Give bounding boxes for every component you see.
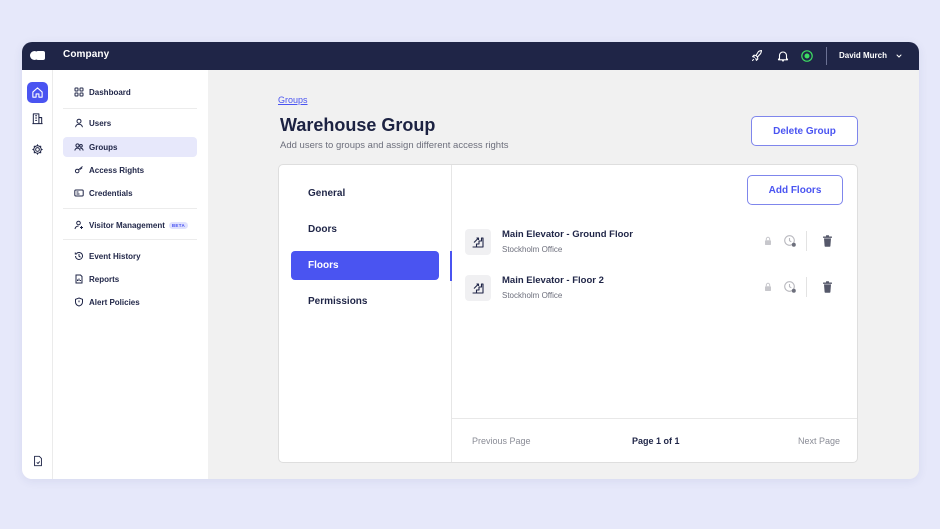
sidebar-item-alert-policies[interactable]: Alert Policies (63, 292, 197, 312)
sidebar-item-label: Alert Policies (89, 297, 140, 307)
previous-page-button[interactable]: Previous Page (472, 436, 531, 446)
rail-buildings-button[interactable] (27, 108, 48, 129)
sidebar-divider (63, 208, 197, 209)
app-window: Company David Murch Dashboard Users Grou… (22, 42, 919, 479)
page-indicator: Page 1 of 1 (632, 436, 680, 446)
trash-icon[interactable] (820, 234, 834, 248)
tab-permissions[interactable]: Permissions (291, 287, 439, 316)
sidebar-item-label: Visitor Management (89, 220, 165, 230)
card-icon (74, 189, 84, 197)
list-item[interactable]: Main Elevator - Floor 2 Stockholm Office (465, 273, 845, 307)
list-item[interactable]: Main Elevator - Ground Floor Stockholm O… (465, 227, 845, 261)
floor-stairs-icon (465, 275, 491, 301)
tab-doors[interactable]: Doors (291, 215, 439, 244)
sidebar-item-groups[interactable]: Groups (63, 137, 197, 157)
company-name: Company (63, 49, 110, 60)
grid-icon (74, 87, 84, 97)
next-page-button[interactable]: Next Page (798, 436, 840, 446)
user-name[interactable]: David Murch (839, 51, 887, 60)
lock-icon[interactable] (761, 234, 775, 248)
floor-name: Main Elevator - Ground Floor (502, 229, 633, 240)
shield-icon (75, 297, 83, 307)
lock-icon[interactable] (761, 280, 775, 294)
tab-floors[interactable]: Floors (291, 251, 439, 280)
floor-stairs-icon (465, 229, 491, 255)
clock-icon[interactable] (783, 234, 797, 248)
sidebar-item-reports[interactable]: Reports (63, 269, 197, 289)
sidebar-item-access-rights[interactable]: Access Rights (63, 160, 197, 180)
row-divider (806, 277, 807, 297)
page-title: Warehouse Group (280, 115, 436, 135)
trash-icon[interactable] (820, 280, 834, 294)
delete-group-button[interactable]: Delete Group (751, 116, 858, 146)
users-icon (74, 143, 84, 151)
sidebar-item-credentials[interactable]: Credentials (63, 183, 197, 203)
sidebar-item-label: Dashboard (89, 87, 131, 97)
sidebar-divider (63, 239, 197, 240)
topbar-divider (826, 47, 827, 65)
building-icon (32, 113, 43, 125)
sidebar-divider (63, 108, 197, 109)
beta-badge: BETA (168, 221, 188, 229)
sidebar-item-users[interactable]: Users (63, 113, 197, 133)
sidebar: Dashboard Users Groups Access Rights Cre… (53, 70, 208, 479)
row-divider (806, 231, 807, 251)
active-tab-indicator (450, 251, 452, 281)
key-icon (74, 166, 83, 174)
group-tabs: General Doors Floors Permissions (279, 165, 452, 462)
floor-location: Stockholm Office (502, 245, 563, 254)
home-icon (32, 87, 43, 98)
group-details-card: General Doors Floors Permissions Add Flo… (278, 164, 858, 463)
sidebar-item-visitor-management[interactable]: Visitor Management BETA (63, 215, 197, 235)
visitor-icon (74, 220, 83, 230)
sidebar-item-label: Groups (89, 142, 118, 152)
user-icon (75, 118, 83, 128)
sidebar-item-event-history[interactable]: Event History (63, 246, 197, 266)
sidebar-item-dashboard[interactable]: Dashboard (63, 82, 197, 102)
chevron-down-icon[interactable] (895, 52, 903, 60)
top-bar: Company David Murch (22, 42, 919, 70)
sidebar-item-label: Access Rights (89, 165, 145, 175)
gear-icon (32, 144, 43, 155)
floor-name: Main Elevator - Floor 2 (502, 275, 604, 286)
rail-docs-button[interactable] (27, 450, 48, 471)
document-icon (33, 455, 42, 466)
breadcrumb-groups[interactable]: Groups (278, 95, 308, 105)
bell-icon[interactable] (776, 49, 790, 63)
icon-rail (22, 70, 53, 479)
floor-location: Stockholm Office (502, 291, 563, 300)
clock-icon[interactable] (783, 280, 797, 294)
company-logo-icon[interactable] (30, 50, 46, 62)
history-icon (74, 251, 83, 260)
rail-settings-button[interactable] (27, 139, 48, 160)
sidebar-item-label: Reports (89, 274, 120, 284)
rocket-icon[interactable] (750, 49, 764, 63)
sidebar-item-label: Event History (89, 251, 141, 261)
sidebar-item-label: Credentials (89, 188, 133, 198)
pagination: Previous Page Page 1 of 1 Next Page (452, 418, 857, 462)
status-online-icon (801, 50, 813, 62)
add-floors-button[interactable]: Add Floors (747, 175, 843, 205)
tab-general[interactable]: General (291, 179, 439, 208)
page-subtitle: Add users to groups and assign different… (280, 140, 509, 151)
report-icon (75, 274, 83, 284)
rail-home-button[interactable] (27, 82, 48, 103)
sidebar-item-label: Users (89, 118, 112, 128)
